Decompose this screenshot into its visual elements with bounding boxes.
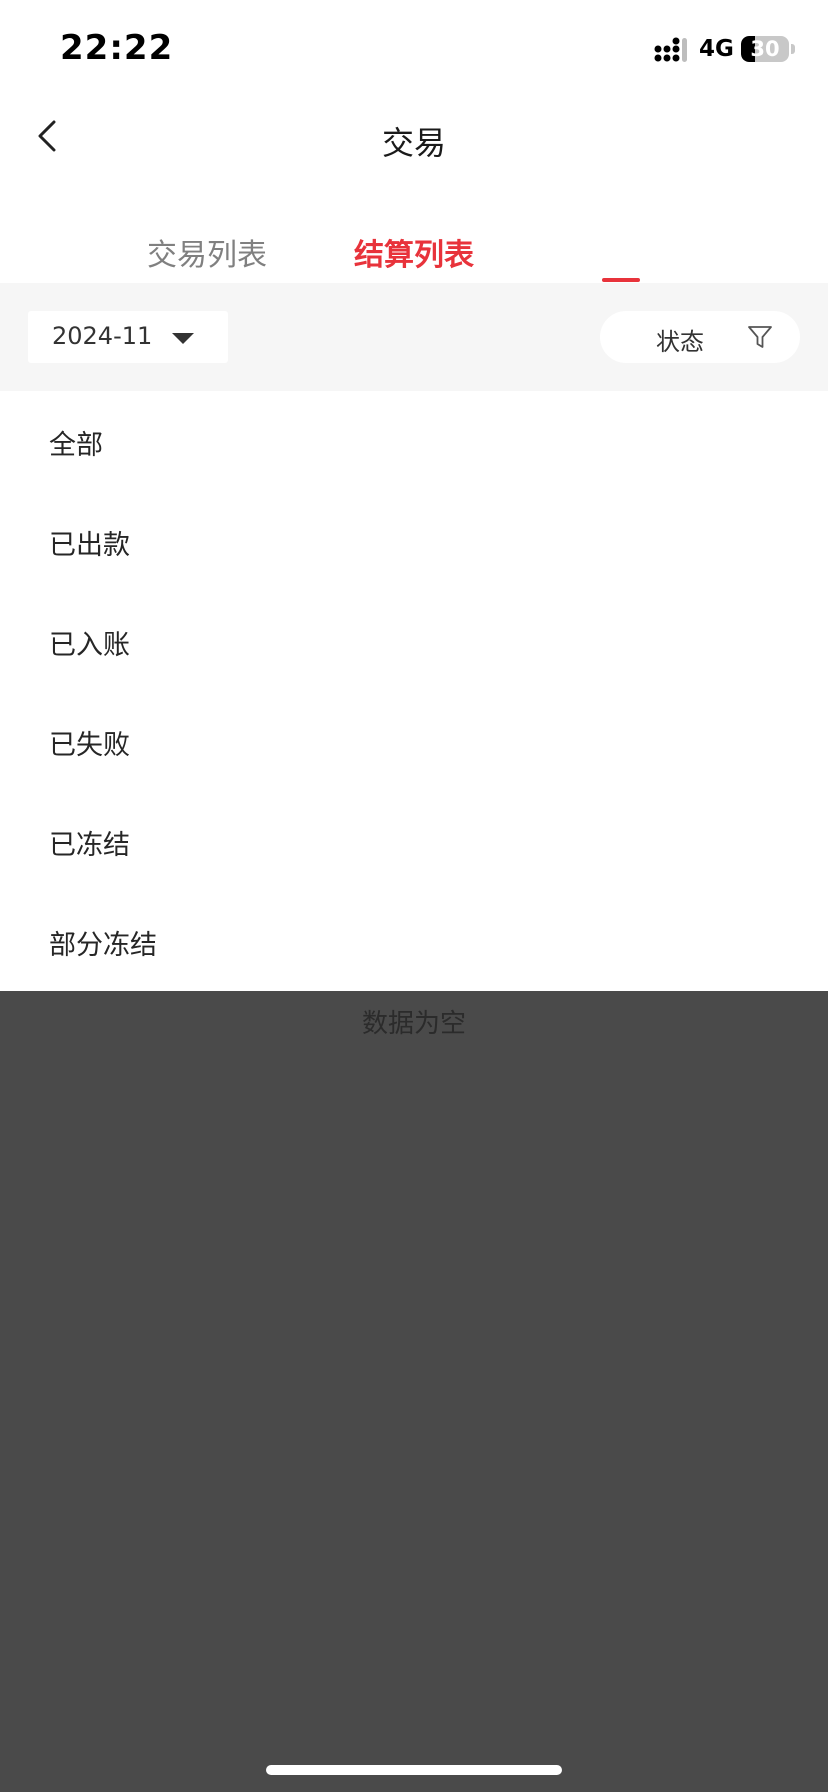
page-title: 交易 xyxy=(381,124,446,162)
active-tab-indicator xyxy=(602,278,640,282)
status-option-label: 已失败 xyxy=(49,730,130,761)
screen: 22:22 4G 30 交易 交易列表 结算列表 2024-11 状态 全部 已… xyxy=(0,0,828,1792)
battery-icon: 30 xyxy=(741,36,789,62)
status-option-label: 部分冻结 xyxy=(49,930,157,961)
status-dropdown-menu: 全部 已出款 已入账 已失败 已冻结 部分冻结 xyxy=(0,391,828,991)
status-option-label: 已冻结 xyxy=(49,830,130,861)
status-option-partially-frozen[interactable]: 部分冻结 xyxy=(0,891,828,991)
signal-icon xyxy=(654,37,687,62)
status-option-credited[interactable]: 已入账 xyxy=(0,591,828,691)
filter-bar: 2024-11 状态 xyxy=(0,283,828,391)
funnel-icon xyxy=(748,326,772,348)
status-option-label: 全部 xyxy=(49,430,103,461)
status-option-label: 已入账 xyxy=(49,630,130,661)
home-indicator xyxy=(266,1765,562,1775)
status-bar: 22:22 4G 30 xyxy=(0,0,828,96)
month-picker[interactable]: 2024-11 xyxy=(28,311,228,363)
status-option-paid-out[interactable]: 已出款 xyxy=(0,491,828,591)
battery-cap xyxy=(791,44,795,54)
caret-down-icon xyxy=(172,333,194,344)
battery-percentage: 30 xyxy=(750,37,780,61)
status-filter-label: 状态 xyxy=(656,328,704,356)
navigation-bar: 交易 xyxy=(0,96,828,188)
status-option-all[interactable]: 全部 xyxy=(0,391,828,491)
status-option-frozen[interactable]: 已冻结 xyxy=(0,791,828,891)
status-time: 22:22 xyxy=(60,28,174,68)
status-filter-button[interactable]: 状态 xyxy=(600,311,800,363)
tab-bar: 交易列表 结算列表 xyxy=(0,220,828,282)
month-picker-value: 2024-11 xyxy=(52,322,153,350)
tab-settlement-list[interactable]: 结算列表 xyxy=(207,230,621,274)
network-type-label: 4G xyxy=(699,36,734,62)
empty-state-text: 数据为空 xyxy=(361,1009,466,1039)
status-option-failed[interactable]: 已失败 xyxy=(0,691,828,791)
modal-overlay[interactable] xyxy=(0,991,828,1792)
status-option-label: 已出款 xyxy=(49,530,130,561)
